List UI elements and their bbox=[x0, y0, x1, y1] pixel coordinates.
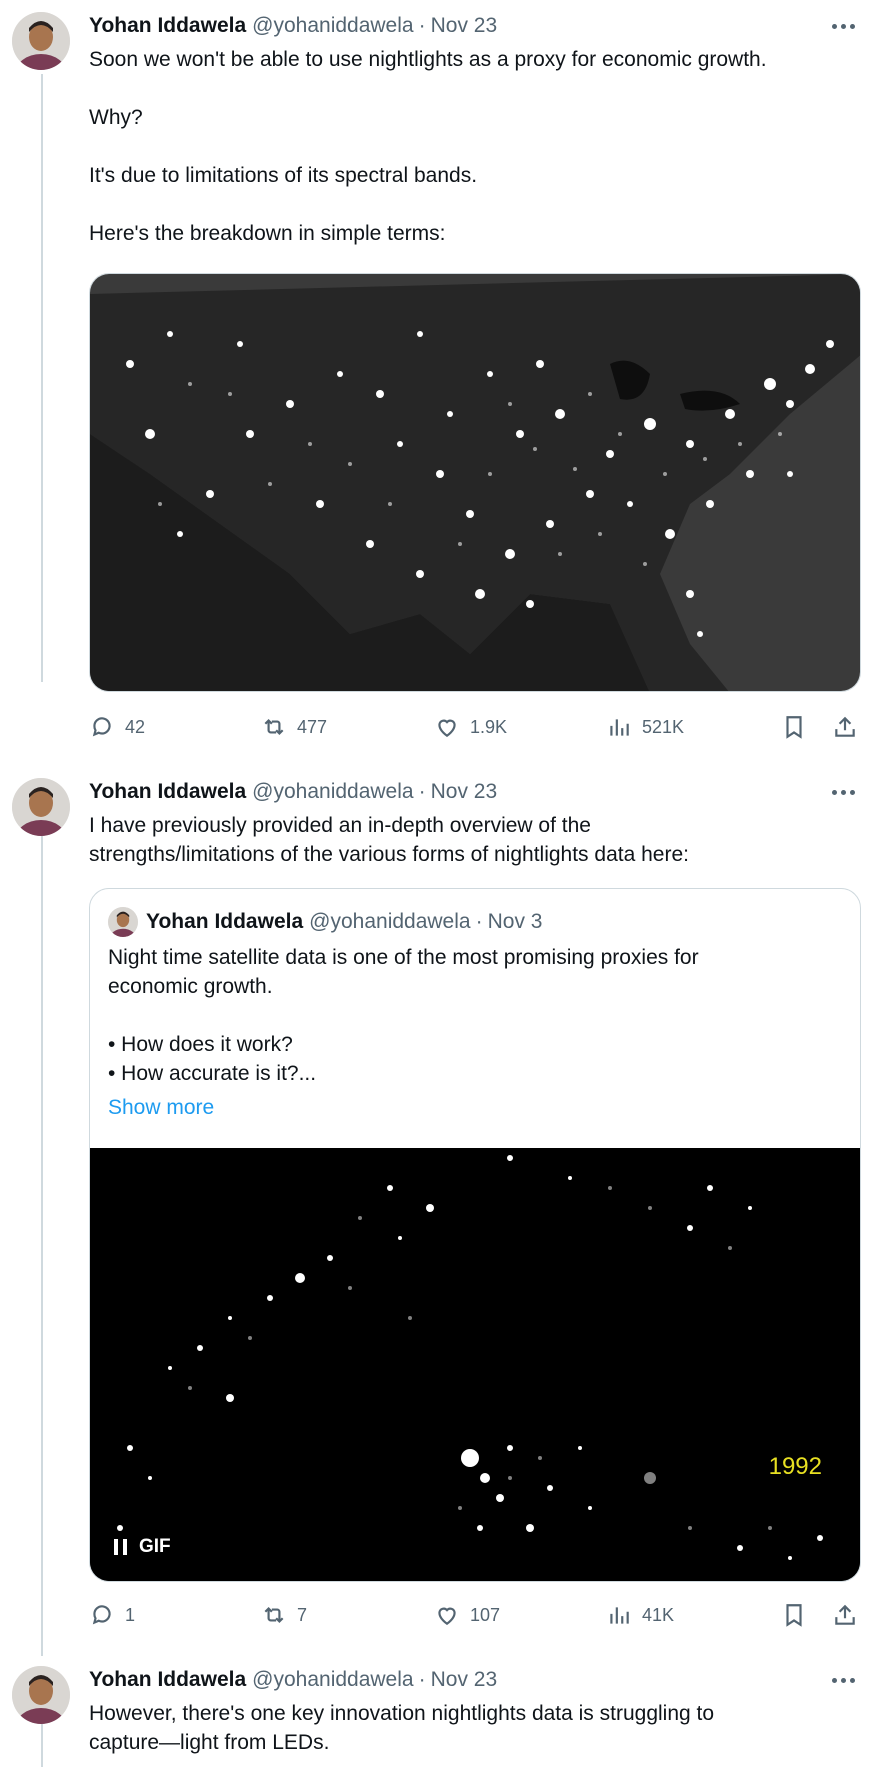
more-dots-icon[interactable] bbox=[823, 1666, 863, 1694]
show-more-link[interactable]: Show more bbox=[108, 1096, 214, 1120]
share-button[interactable] bbox=[832, 712, 868, 742]
tweet-header: Yohan Iddawela @yohaniddawela · Nov 23 bbox=[89, 778, 497, 806]
like-button[interactable]: 1.9K bbox=[434, 712, 507, 742]
views-count: 521K bbox=[642, 717, 685, 737]
retweet-icon bbox=[264, 1606, 284, 1624]
like-count: 107 bbox=[470, 1605, 501, 1625]
nightlights-gif-frame bbox=[90, 1148, 860, 1581]
reply-button[interactable]: 1 bbox=[89, 1600, 135, 1630]
tweet-date[interactable]: Nov 23 bbox=[431, 780, 498, 804]
reply-button[interactable]: 42 bbox=[89, 712, 145, 742]
retweet-count: 477 bbox=[297, 717, 328, 737]
bookmark-icon bbox=[786, 1604, 802, 1627]
author-name[interactable]: Yohan Iddawela bbox=[89, 780, 246, 804]
bookmark-button[interactable] bbox=[781, 712, 817, 742]
tweet-date[interactable]: Nov 23 bbox=[431, 1668, 498, 1692]
views-chart-icon bbox=[610, 719, 629, 736]
nightlights-map-image bbox=[90, 274, 860, 691]
more-dots-icon[interactable] bbox=[823, 12, 863, 40]
separator: · bbox=[475, 910, 483, 933]
author-name[interactable]: Yohan Iddawela bbox=[89, 1668, 246, 1692]
views-button[interactable]: 521K bbox=[606, 712, 684, 742]
share-icon bbox=[835, 1604, 855, 1625]
author-name[interactable]: Yohan Iddawela bbox=[89, 14, 246, 38]
tweet-date[interactable]: Nov 23 bbox=[431, 14, 498, 38]
reply-icon bbox=[92, 717, 111, 737]
reply-count: 42 bbox=[125, 717, 146, 737]
retweet-count: 7 bbox=[297, 1605, 308, 1625]
quoted-gif[interactable]: 1992 GIF bbox=[90, 1148, 860, 1581]
author-handle[interactable]: @yohaniddawela bbox=[252, 1668, 413, 1692]
reply-count: 1 bbox=[125, 1605, 136, 1625]
reply-icon bbox=[92, 1605, 111, 1625]
bookmark-button[interactable] bbox=[781, 1600, 817, 1630]
author-handle[interactable]: @yohaniddawela bbox=[252, 780, 413, 804]
separator: · bbox=[418, 14, 426, 37]
quoted-avatar bbox=[108, 907, 138, 937]
quoted-author-handle: @yohaniddawela bbox=[309, 910, 471, 933]
quoted-tweet[interactable]: Yohan Iddawela @yohaniddawela · Nov 3 Ni… bbox=[89, 888, 861, 1582]
tweet-text: However, there's one key innovation nigh… bbox=[89, 1702, 715, 1754]
share-button[interactable] bbox=[832, 1600, 868, 1630]
quoted-tweet-date: Nov 3 bbox=[487, 910, 543, 933]
retweet-button[interactable]: 477 bbox=[261, 712, 327, 742]
views-chart-icon bbox=[610, 1607, 629, 1624]
like-button[interactable]: 107 bbox=[434, 1600, 500, 1630]
thread-line bbox=[41, 1724, 43, 1767]
tweet-actions: 1 7 107 41K bbox=[89, 1600, 861, 1630]
heart-icon bbox=[438, 719, 456, 737]
thread-line bbox=[41, 74, 43, 682]
views-button[interactable]: 41K bbox=[606, 1600, 674, 1630]
thread-line bbox=[41, 836, 43, 1656]
more-dots-icon[interactable] bbox=[823, 778, 863, 806]
avatar[interactable] bbox=[12, 12, 70, 70]
tweet-header: Yohan Iddawela @yohaniddawela · Nov 23 bbox=[89, 1666, 497, 1694]
bookmark-icon bbox=[786, 716, 802, 739]
retweet-button[interactable]: 7 bbox=[261, 1600, 307, 1630]
author-handle[interactable]: @yohaniddawela bbox=[252, 14, 413, 38]
share-icon bbox=[835, 716, 855, 737]
tweet-text: I have previously provided an in-depth o… bbox=[89, 814, 689, 866]
avatar[interactable] bbox=[12, 778, 70, 836]
avatar[interactable] bbox=[12, 1666, 70, 1724]
quoted-tweet-header: Yohan Iddawela @yohaniddawela · Nov 3 bbox=[108, 907, 542, 937]
gif-label: GIF bbox=[139, 1536, 171, 1557]
tweet-actions: 42 477 1.9K 521K bbox=[89, 712, 861, 742]
quoted-author-name: Yohan Iddawela bbox=[146, 910, 304, 933]
retweet-icon bbox=[264, 718, 284, 736]
tweet-image[interactable] bbox=[89, 273, 861, 692]
separator: · bbox=[418, 780, 426, 803]
quoted-tweet-text: Night time satellite data is one of the … bbox=[108, 946, 699, 1085]
gif-badge[interactable]: GIF bbox=[114, 1536, 171, 1558]
like-count: 1.9K bbox=[470, 717, 508, 737]
pause-icon[interactable] bbox=[114, 1539, 127, 1555]
tweet-header: Yohan Iddawela @yohaniddawela · Nov 23 bbox=[89, 12, 497, 40]
separator: · bbox=[418, 1668, 426, 1691]
tweet-text: Soon we won't be able to use nightlights… bbox=[89, 48, 767, 245]
gif-year-label: 1992 bbox=[768, 1453, 822, 1480]
heart-icon bbox=[438, 1607, 456, 1625]
views-count: 41K bbox=[642, 1605, 675, 1625]
